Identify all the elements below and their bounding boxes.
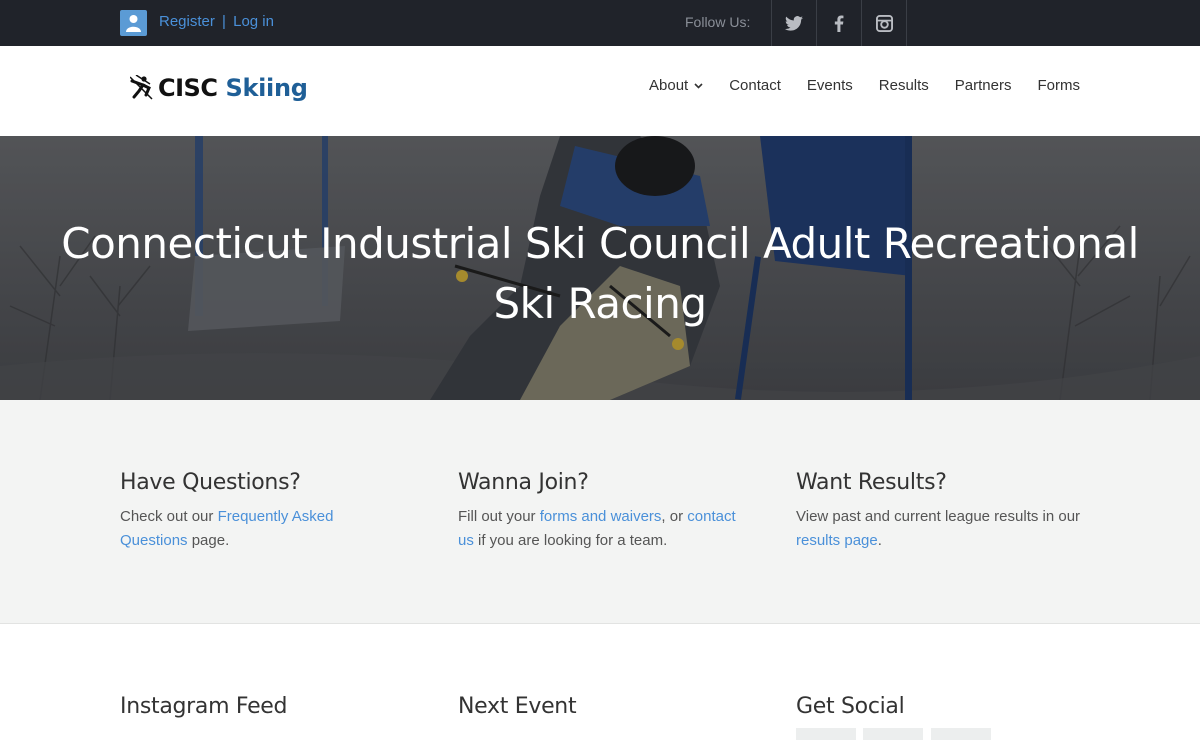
nav-item-partners[interactable]: Partners (955, 77, 1012, 94)
twitter-icon[interactable] (772, 0, 817, 46)
social-tile-1[interactable] (796, 728, 856, 740)
hero-title: Connecticut Industrial Ski Council Adult… (0, 214, 1200, 334)
join-text: Fill out your forms and waivers, or cont… (458, 505, 743, 553)
get-social-heading: Get Social (796, 694, 905, 719)
nav-item-about[interactable]: About (649, 77, 703, 94)
top-bar: Register | Log in Follow Us: (0, 0, 1200, 46)
follow-us-label: Follow Us: (685, 14, 751, 30)
social-tile-3[interactable] (931, 728, 991, 740)
facebook-icon[interactable] (817, 0, 862, 46)
join-heading: Wanna Join? (458, 470, 589, 495)
join-column: Wanna Join? Fill out your forms and waiv… (458, 470, 743, 553)
results-text-after: . (877, 532, 882, 549)
next-event-heading: Next Event (458, 694, 577, 719)
info-section: Have Questions? Check out our Frequently… (0, 400, 1200, 624)
social-links-top (771, 0, 907, 46)
register-link[interactable]: Register (159, 13, 215, 30)
results-page-link[interactable]: results page (796, 532, 878, 549)
hero-banner: Connecticut Industrial Ski Council Adult… (0, 136, 1200, 400)
forms-waivers-link[interactable]: forms and waivers (540, 508, 662, 525)
nav-item-events[interactable]: Events (807, 77, 853, 94)
social-tile-2[interactable] (863, 728, 923, 740)
join-text-after: if you are looking for a team. (473, 532, 668, 549)
nav-item-results[interactable]: Results (879, 77, 929, 94)
instagram-feed-heading: Instagram Feed (120, 694, 288, 719)
hero-title-line1: Connecticut Industrial Ski Council Adult… (61, 219, 1139, 268)
nav-item-forms[interactable]: Forms (1038, 77, 1081, 94)
questions-text-before: Check out our (120, 508, 218, 525)
questions-heading: Have Questions? (120, 470, 301, 495)
logo-text-accent: Skiing (225, 74, 308, 102)
questions-column: Have Questions? Check out our Frequently… (120, 470, 405, 553)
site-logo[interactable]: CISC Skiing (130, 74, 308, 102)
user-icon (120, 10, 147, 36)
skier-logo-icon (130, 75, 153, 100)
results-text: View past and current league results in … (796, 505, 1081, 553)
results-column: Want Results? View past and current leag… (796, 470, 1081, 553)
questions-text: Check out our Frequently Asked Questions… (120, 505, 405, 553)
questions-text-after: page. (187, 532, 230, 549)
instagram-icon[interactable] (862, 0, 907, 46)
nav-item-contact[interactable]: Contact (729, 77, 781, 94)
auth-separator: | (222, 13, 226, 30)
chevron-down-icon (694, 82, 703, 89)
site-header: CISC Skiing About Contact Events Results… (0, 46, 1200, 136)
results-text-before: View past and current league results in … (796, 508, 1081, 525)
main-nav: About Contact Events Results Partners Fo… (649, 77, 1080, 94)
join-text-mid: , or (661, 508, 688, 525)
logo-text-main: CISC (158, 74, 218, 102)
login-link[interactable]: Log in (233, 13, 274, 30)
results-heading: Want Results? (796, 470, 947, 495)
hero-title-line2: Ski Racing (493, 279, 707, 328)
nav-about-label: About (649, 77, 689, 94)
join-text-before: Fill out your (458, 508, 540, 525)
auth-links: Register | Log in (159, 13, 274, 30)
